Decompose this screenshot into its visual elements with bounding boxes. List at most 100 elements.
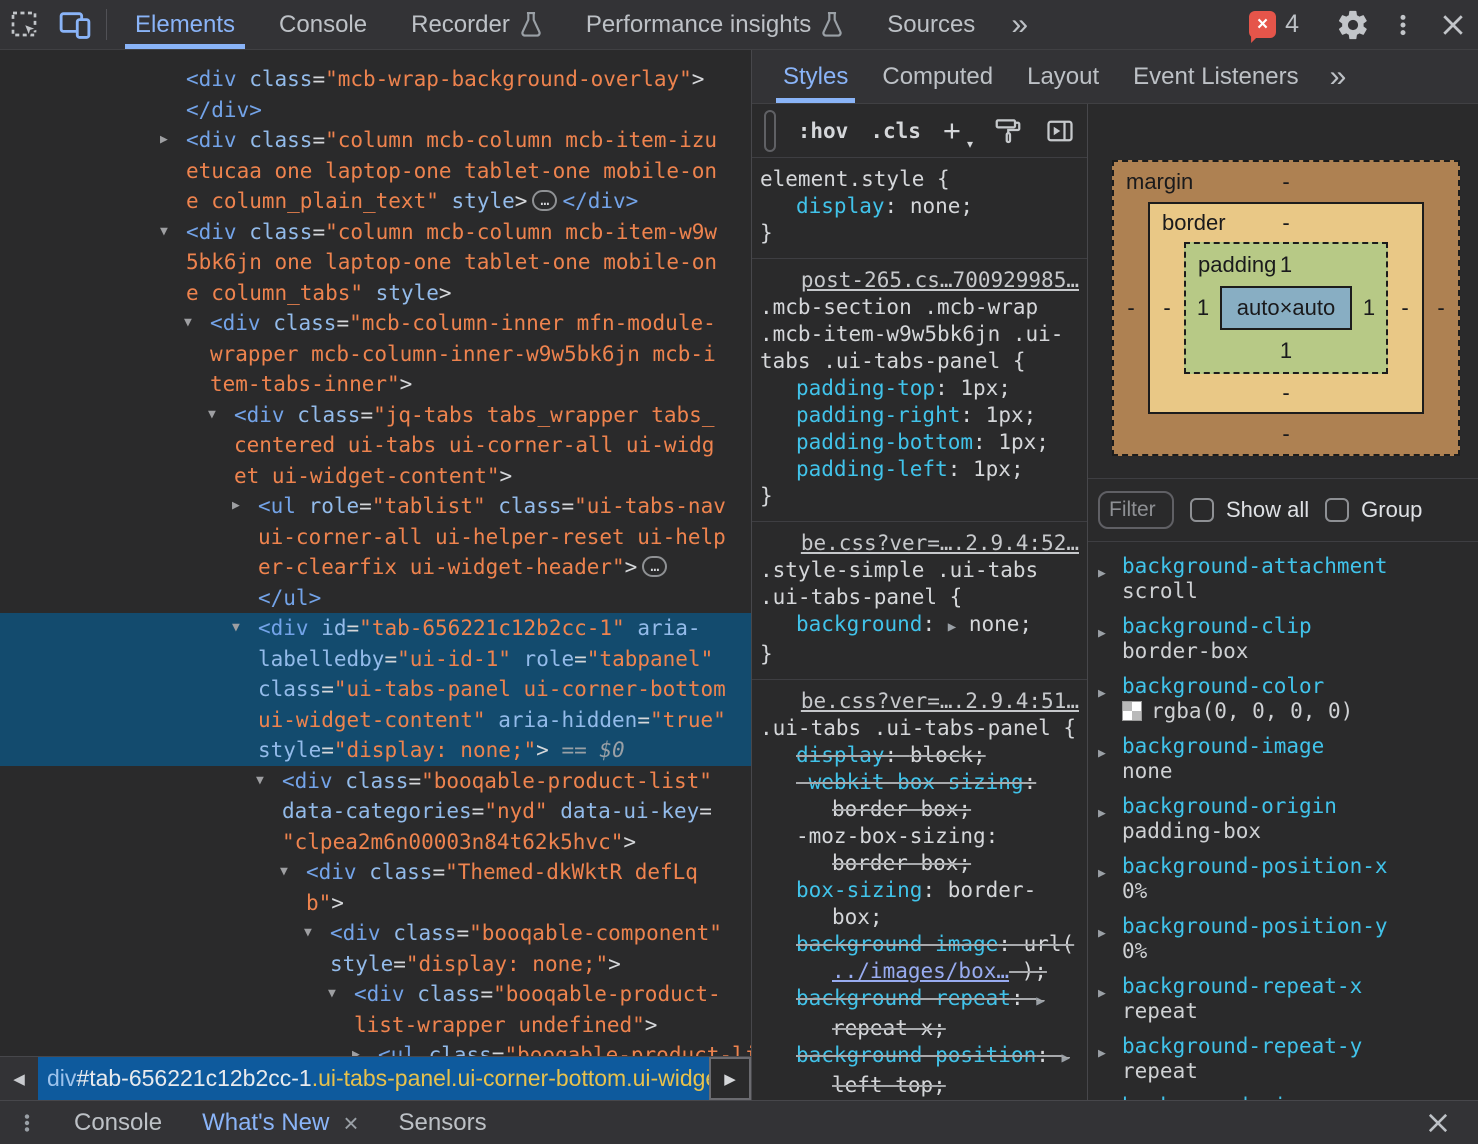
expand-arrow-closed-icon[interactable]: ▶	[1096, 674, 1122, 724]
computed-property[interactable]: ▶ background-color rgba(0, 0, 0, 0)	[1096, 674, 1472, 724]
dom-tree-line[interactable]: ▶ <ul role="tablist" class="ui-tabs-nav	[0, 491, 751, 522]
expand-arrow-closed-icon[interactable]: ▶	[352, 1040, 360, 1056]
expand-arrow-closed-icon[interactable]: ▶	[232, 491, 240, 522]
breadcrumb-scroll-right-button[interactable]: ▶	[709, 1057, 751, 1100]
expand-arrow-closed-icon[interactable]: ▶	[1096, 974, 1122, 1024]
drawer-tab-what-s-new[interactable]: What's New ×	[182, 1101, 378, 1144]
dom-tree-line[interactable]: ▼ <div class="mcb-column-inner mfn-module…	[0, 308, 751, 339]
computed-sidebar-toggle-button[interactable]	[1045, 116, 1075, 146]
padding-left-value[interactable]: 1	[1186, 286, 1220, 330]
settings-button[interactable]	[1328, 8, 1378, 42]
new-style-rule-button[interactable]: +	[943, 115, 973, 150]
more-panels-button[interactable]: »	[997, 0, 1042, 49]
rule-selector[interactable]: .mcb-section .mcb-wrap .mcb-item-w9w5bk6…	[760, 294, 1079, 375]
rule-selector[interactable]: .style-simple .ui-tabs .ui-tabs-panel {	[760, 557, 1079, 611]
dom-tree-line[interactable]: er-clearfix ui-widget-header">…	[0, 552, 751, 583]
dom-tree-line[interactable]: tem-tabs-inner">	[0, 369, 751, 400]
expand-value-icon[interactable]: ▶	[948, 619, 956, 635]
expand-arrow-open-icon[interactable]: ▼	[328, 979, 336, 1010]
css-declaration[interactable]: -webkit-box-sizing: border-box;	[760, 769, 1079, 823]
margin-top-value[interactable]: -	[1282, 169, 1289, 195]
dom-tree-line[interactable]: centered ui-tabs ui-corner-all ui-widg	[0, 430, 751, 461]
css-declaration[interactable]: display: block;	[760, 742, 1079, 769]
dom-tree-line[interactable]: ▼ <div class="booqable-component"	[0, 918, 751, 949]
expand-arrow-open-icon[interactable]: ▼	[256, 766, 264, 797]
tab-layout[interactable]: Layout	[1010, 50, 1116, 103]
styles-filter-input[interactable]	[764, 109, 776, 152]
css-declaration[interactable]: background-position: ▶ left top;	[760, 1042, 1079, 1099]
css-declaration[interactable]: background: ▶ none;	[760, 611, 1079, 641]
expand-arrow-open-icon[interactable]: ▼	[304, 918, 312, 949]
device-toolbar-button[interactable]	[50, 0, 100, 49]
dom-tree-line[interactable]: ▼ <div class="column mcb-column mcb-item-…	[0, 217, 751, 248]
dom-tree-line[interactable]: ▶<ul class="booqable-product-list	[0, 1040, 751, 1056]
breadcrumb[interactable]: div #tab-656221c12b2cc-1 .ui-tabs-panel.ui…	[38, 1057, 709, 1100]
expand-arrow-closed-icon[interactable]: ▶	[160, 125, 168, 156]
expand-arrow-open-icon[interactable]: ▼	[232, 613, 240, 644]
inline-expand-button[interactable]: …	[642, 556, 668, 577]
inspect-element-button[interactable]	[0, 0, 50, 49]
css-declaration[interactable]: padding-right: 1px;	[760, 402, 1079, 429]
close-tab-icon[interactable]: ×	[343, 1110, 358, 1136]
computed-property[interactable]: ▶ background-position-x 0%	[1096, 854, 1472, 904]
border-left-value[interactable]: -	[1150, 242, 1184, 374]
css-resource-link[interactable]: ../images/box…	[832, 959, 1009, 983]
expand-arrow-open-icon[interactable]: ▼	[208, 400, 216, 431]
expand-arrow-open-icon[interactable]: ▼	[184, 308, 192, 339]
border-right-value[interactable]: -	[1388, 242, 1422, 374]
tab-computed[interactable]: Computed	[865, 50, 1010, 103]
dom-tree-line[interactable]: ui-corner-all ui-helper-reset ui-help	[0, 522, 751, 553]
dom-tree-line[interactable]: e column_tabs" style>	[0, 278, 751, 309]
rendering-emulation-button[interactable]	[993, 116, 1023, 146]
dom-tree-line[interactable]: list-wrapper undefined">	[0, 1010, 751, 1041]
dom-tree-line[interactable]: etucaa one laptop-one tablet-one mobile-…	[0, 156, 751, 187]
css-declaration[interactable]: background-repeat: ▶ repeat-x;	[760, 985, 1079, 1042]
computed-property[interactable]: ▶ background-attachment scroll	[1096, 554, 1472, 604]
dom-tree-line[interactable]: "clpea2m6n00003n84t62k5hvc">	[0, 827, 751, 858]
computed-property[interactable]: ▶ background-image none	[1096, 734, 1472, 784]
dom-tree-line[interactable]: labelledby="ui-id-1" role="tabpanel"	[0, 643, 751, 674]
margin-bottom-value[interactable]: -	[1282, 421, 1289, 447]
dom-tree-line[interactable]: style="display: none;">	[0, 949, 751, 980]
dom-tree-line[interactable]: b">	[0, 888, 751, 919]
expand-arrow-closed-icon[interactable]: ▶	[1096, 854, 1122, 904]
console-errors-badge[interactable]: × 4	[1249, 10, 1299, 39]
box-model-margin[interactable]: margin - - border - - padding 1 1 auto×a…	[1112, 160, 1460, 456]
expand-arrow-closed-icon[interactable]: ▶	[1096, 914, 1122, 964]
dom-tree-line[interactable]: style="display: none;"> == $0	[0, 735, 751, 766]
stylesheet-link[interactable]: be.css?ver=….2.9.4:51…	[760, 688, 1079, 715]
more-sidebar-tabs-button[interactable]: »	[1316, 50, 1361, 103]
stylesheet-link[interactable]: be.css?ver=….2.9.4:52…	[760, 530, 1079, 557]
dom-tree-line[interactable]: ▼ <div class="Themed-dkWktR defLq	[0, 857, 751, 888]
toggle-element-state-button[interactable]: :hov	[798, 119, 849, 143]
expand-arrow-open-icon[interactable]: ▼	[280, 857, 288, 888]
tab-elements[interactable]: Elements	[113, 0, 257, 49]
rule-selector[interactable]: element.style {	[760, 166, 1079, 193]
computed-property[interactable]: ▶ background-position-y 0%	[1096, 914, 1472, 964]
tab-event-listeners[interactable]: Event Listeners	[1116, 50, 1315, 103]
breadcrumb-scroll-left-button[interactable]: ◀	[0, 1057, 38, 1100]
computed-property[interactable]: ▶ background-clip border-box	[1096, 614, 1472, 664]
box-model-padding[interactable]: padding 1 1 auto×auto 1 1	[1184, 242, 1388, 374]
dom-tree-line[interactable]: data-categories="nyd" data-ui-key=	[0, 796, 751, 827]
color-swatch[interactable]	[1122, 701, 1142, 721]
expand-arrow-closed-icon[interactable]: ▶	[1096, 734, 1122, 784]
rule-selector[interactable]: .ui-tabs .ui-tabs-panel {	[760, 715, 1079, 742]
drawer-menu-button[interactable]	[16, 1111, 38, 1135]
element-classes-button[interactable]: .cls	[870, 119, 921, 143]
box-model-content[interactable]: auto×auto	[1220, 286, 1352, 330]
computed-property[interactable]: ▶ background-repeat-x repeat	[1096, 974, 1472, 1024]
dom-tree-line[interactable]: ui-widget-content" aria-hidden="true"	[0, 704, 751, 735]
dom-tree-line[interactable]: 5bk6jn one laptop-one tablet-one mobile-…	[0, 247, 751, 278]
css-declaration[interactable]: padding-bottom: 1px;	[760, 429, 1079, 456]
computed-property[interactable]: ▶ background-repeat-y repeat	[1096, 1034, 1472, 1084]
dom-tree-line[interactable]: ▶ <div class="column mcb-column mcb-item-…	[0, 125, 751, 156]
group-checkbox[interactable]	[1325, 498, 1350, 522]
margin-right-value[interactable]: -	[1424, 202, 1458, 414]
dom-tree-line[interactable]: e column_plain_text" style>… </div>	[0, 186, 751, 217]
tab-sources[interactable]: Sources	[865, 0, 997, 49]
dom-tree-line[interactable]: <div class="mcb-wrap-background-overlay"…	[0, 64, 751, 95]
padding-top-value[interactable]: 1	[1280, 252, 1292, 278]
dom-tree-line[interactable]: class="ui-tabs-panel ui-corner-bottom	[0, 674, 751, 705]
padding-bottom-value[interactable]: 1	[1280, 338, 1292, 364]
